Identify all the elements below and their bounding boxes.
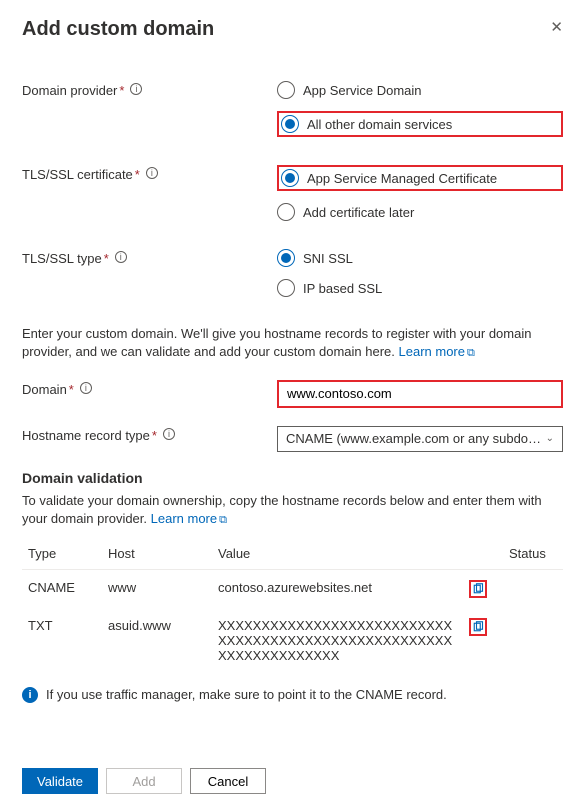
- radio-icon: [277, 203, 295, 221]
- col-value: Value: [212, 538, 463, 570]
- tls-type-label: TLS/SSL type* i: [22, 249, 277, 297]
- radio-add-cert-later[interactable]: Add certificate later: [277, 203, 563, 221]
- radio-icon: [277, 81, 295, 99]
- page-title: Add custom domain: [22, 18, 214, 41]
- table-row: CNAME www contoso.azurewebsites.net: [22, 570, 563, 609]
- info-banner: i If you use traffic manager, make sure …: [22, 687, 563, 703]
- radio-app-service-domain[interactable]: App Service Domain: [277, 81, 563, 99]
- table-row: TXT asuid.www XXXXXXXXXXXXXXXXXXXXXXXXXX…: [22, 608, 563, 673]
- tls-cert-label: TLS/SSL certificate* i: [22, 165, 277, 221]
- radio-icon: [277, 279, 295, 297]
- add-button: Add: [106, 768, 182, 794]
- info-icon[interactable]: i: [163, 428, 175, 440]
- info-icon[interactable]: i: [80, 382, 92, 394]
- external-link-icon: ⧉: [467, 346, 475, 361]
- domain-input[interactable]: [279, 382, 561, 406]
- learn-more-link[interactable]: Learn more⧉: [399, 344, 475, 359]
- radio-sni-ssl[interactable]: SNI SSL: [277, 249, 563, 267]
- info-icon: i: [22, 687, 38, 703]
- hostname-record-type-select[interactable]: CNAME (www.example.com or any subdo… ⌄: [277, 426, 563, 452]
- radio-app-service-managed-cert[interactable]: App Service Managed Certificate: [281, 169, 497, 187]
- info-icon[interactable]: i: [115, 251, 127, 263]
- close-icon[interactable]: ✕: [550, 18, 563, 36]
- domain-label: Domain* i: [22, 380, 277, 408]
- col-host: Host: [102, 538, 212, 570]
- radio-ip-based-ssl[interactable]: IP based SSL: [277, 279, 563, 297]
- domain-validation-heading: Domain validation: [22, 470, 563, 486]
- domain-validation-description: To validate your domain ownership, copy …: [22, 492, 563, 529]
- copy-button[interactable]: [469, 618, 487, 636]
- learn-more-link[interactable]: Learn more⧉: [151, 511, 227, 526]
- domain-description: Enter your custom domain. We'll give you…: [22, 325, 563, 362]
- copy-button[interactable]: [469, 580, 487, 598]
- radio-icon: [281, 169, 299, 187]
- radio-icon: [281, 115, 299, 133]
- radio-all-other-domain-services[interactable]: All other domain services: [281, 115, 452, 133]
- cancel-button[interactable]: Cancel: [190, 768, 266, 794]
- validation-table: Type Host Value Status CNAME www contoso…: [22, 538, 563, 673]
- col-status: Status: [503, 538, 563, 570]
- info-icon[interactable]: i: [130, 83, 142, 95]
- copy-icon: [472, 583, 484, 595]
- hostname-record-type-label: Hostname record type* i: [22, 426, 277, 452]
- chevron-down-icon: ⌄: [546, 433, 554, 444]
- col-type: Type: [22, 538, 102, 570]
- validate-button[interactable]: Validate: [22, 768, 98, 794]
- copy-icon: [472, 621, 484, 633]
- radio-icon: [277, 249, 295, 267]
- info-icon[interactable]: i: [146, 167, 158, 179]
- external-link-icon: ⧉: [219, 513, 227, 528]
- domain-provider-label: Domain provider* i: [22, 81, 277, 137]
